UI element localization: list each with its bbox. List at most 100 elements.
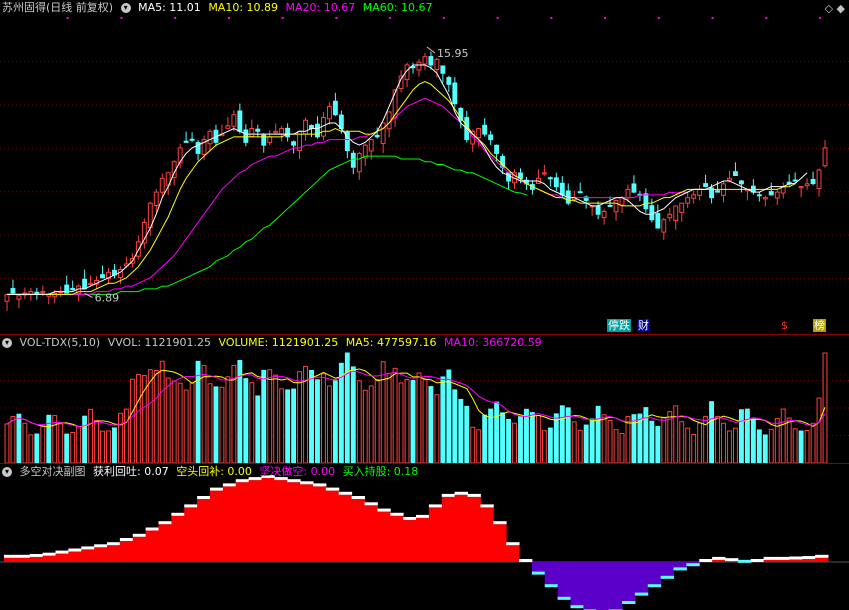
stock-title[interactable]: 苏州固得(日线 前复权) xyxy=(2,1,113,14)
volume-bar xyxy=(601,414,607,464)
indicator-bar-edge xyxy=(197,496,211,499)
marker-dot xyxy=(442,17,445,19)
indicator-bar-positive xyxy=(802,559,816,562)
candle-body xyxy=(356,152,362,173)
volume-bar xyxy=(112,427,117,464)
profit-legend: 获利回吐: 0.07 xyxy=(93,465,169,478)
indicator-bar-edge xyxy=(235,479,250,483)
badge-cai[interactable]: 财 xyxy=(637,319,650,332)
volume-bar xyxy=(392,367,398,464)
ma20-line xyxy=(6,97,688,295)
volume-bar xyxy=(452,389,458,464)
badge-bang[interactable]: 榜 xyxy=(813,319,826,332)
volume-bar xyxy=(613,429,619,464)
candle-body xyxy=(733,171,738,177)
indicator-bar-positive xyxy=(287,482,301,562)
indicator-bar-edge xyxy=(403,517,417,520)
indicator-bar-negative xyxy=(570,562,584,609)
candle-body xyxy=(679,202,685,213)
indicator-bar-positive xyxy=(467,496,481,562)
candle-body xyxy=(291,141,297,146)
indicator-bar-positive xyxy=(506,545,520,562)
volume-bar xyxy=(40,424,46,464)
volume-bar xyxy=(786,417,792,464)
candle-body xyxy=(738,180,744,185)
indicator-title[interactable]: 多空对决副图 xyxy=(20,465,86,478)
indicator-bar-positive xyxy=(197,499,211,562)
indicator-bar-edge xyxy=(16,554,31,558)
volume-bar xyxy=(165,377,171,464)
indicator-bar-edge xyxy=(390,512,404,516)
candle-body xyxy=(577,191,583,194)
volume-bar xyxy=(750,418,756,464)
indicator-bar-edge xyxy=(557,596,571,600)
chevron-down-icon[interactable]: ▾ xyxy=(2,338,12,348)
indicator-bar-edge xyxy=(287,479,301,483)
indicator-bar-positive xyxy=(428,507,443,562)
candle-body xyxy=(416,61,422,71)
volume-bar xyxy=(482,414,488,464)
volume-bar xyxy=(416,372,422,464)
volume-bar xyxy=(524,408,529,464)
indicator-bar-edge xyxy=(570,605,584,609)
chevron-down-icon[interactable]: ▾ xyxy=(120,3,131,13)
ma10-legend: MA10: 10.89 xyxy=(208,1,279,14)
volume-bar xyxy=(94,420,99,464)
volume-bar xyxy=(422,379,428,464)
candle-body xyxy=(183,140,189,143)
candle-body xyxy=(458,107,464,121)
ma5-legend: MA5: 11.01 xyxy=(138,1,201,14)
price-chart: 15.95 6.89 xyxy=(0,17,849,311)
indicator-bar-edge xyxy=(737,559,752,563)
volume-bar xyxy=(123,408,129,464)
candle-body xyxy=(792,179,798,182)
indicator-bar-edge xyxy=(815,554,829,558)
candle-body xyxy=(267,136,273,143)
ma60-legend: MA60: 10.67 xyxy=(362,1,433,14)
indicator-bar-edge xyxy=(4,554,18,558)
badge-s[interactable]: $ xyxy=(780,319,789,332)
candle-body xyxy=(482,124,488,135)
indicator-bar-edge xyxy=(519,559,533,562)
candle-body xyxy=(189,138,195,141)
marker-dot xyxy=(281,17,284,19)
indicator-bar-positive xyxy=(248,480,262,562)
candle-body xyxy=(255,128,261,132)
candle-body xyxy=(428,56,434,66)
indicator-bar-positive xyxy=(16,557,31,562)
indicator-bar-edge xyxy=(750,559,765,562)
volume-bar xyxy=(512,422,517,464)
volume-bar xyxy=(100,430,105,464)
candle-body xyxy=(434,58,440,70)
indicator-bar-edge xyxy=(673,567,687,571)
volume-title[interactable]: VOL-TDX(5,10) xyxy=(20,336,101,349)
candle-body xyxy=(601,210,607,218)
volume-bar xyxy=(64,433,70,464)
ma5-line xyxy=(6,64,808,295)
indicator-bar-edge xyxy=(647,584,662,588)
candle-body xyxy=(756,194,762,197)
indicator-bar-positive xyxy=(377,511,391,562)
candle-body xyxy=(673,205,679,221)
volume-bar xyxy=(643,407,649,464)
indicator-bar-edge xyxy=(480,504,494,508)
volume-legend: VOLUME: 1121901.25 xyxy=(218,336,339,349)
indicator-bar-positive xyxy=(789,559,803,562)
candle-body xyxy=(40,291,46,294)
volume-bar xyxy=(685,427,691,464)
volume-bar xyxy=(697,422,703,464)
candle-body xyxy=(541,172,547,175)
candle-body xyxy=(153,191,159,207)
badge-tingdie[interactable]: 停跌 xyxy=(607,319,631,332)
volume-bar xyxy=(470,426,476,464)
volume-bar xyxy=(535,414,541,464)
volume-bar xyxy=(374,379,380,464)
volume-bar xyxy=(34,433,40,464)
indicator-bar-positive xyxy=(184,507,198,562)
indicator-bar-positive xyxy=(454,494,468,562)
candle-body xyxy=(422,56,428,65)
volume-bar xyxy=(649,420,655,464)
indicator-bar-positive xyxy=(210,490,224,562)
indicator-bar-positive xyxy=(145,530,159,562)
chevron-down-icon[interactable]: ▾ xyxy=(2,467,12,477)
